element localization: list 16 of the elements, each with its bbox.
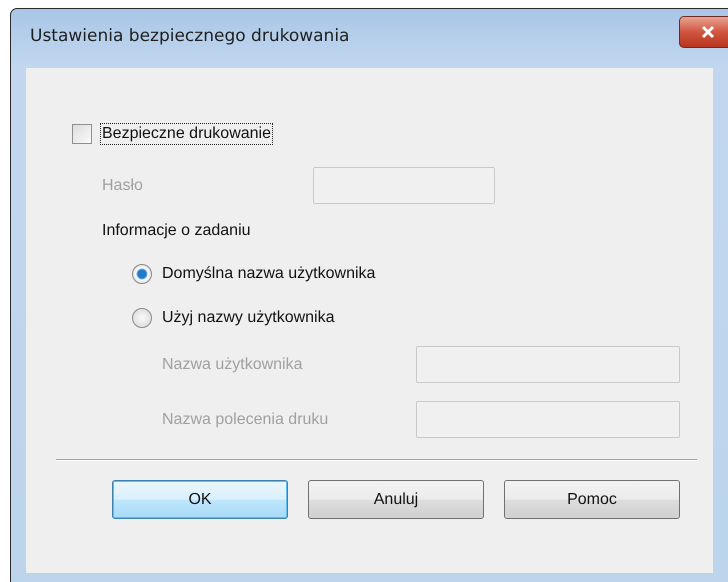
close-icon [700,24,716,38]
radio-button[interactable] [132,264,152,284]
field-label: Nazwa użytkownika [162,356,304,374]
checkbox[interactable] [72,124,92,144]
field-label: Hasło [102,176,144,194]
section-heading: Informacje o zadaniu [102,222,252,240]
field-label: Nazwa polecenia druku [162,410,330,428]
radio-button[interactable] [132,308,152,328]
radio-label[interactable]: Domyślna nazwa użytkownika [162,265,376,283]
close-button[interactable] [679,16,728,48]
radio-label[interactable]: Użyj nazwy użytkownika [162,309,334,327]
window-title: Ustawienia bezpiecznego drukowania [30,26,350,46]
checkbox-label[interactable]: Bezpieczne drukowanie [100,123,273,145]
dialog-button[interactable]: Anuluj [308,480,484,519]
dialog-button[interactable]: OK [112,480,288,519]
dialog-button[interactable]: Pomoc [504,480,680,519]
